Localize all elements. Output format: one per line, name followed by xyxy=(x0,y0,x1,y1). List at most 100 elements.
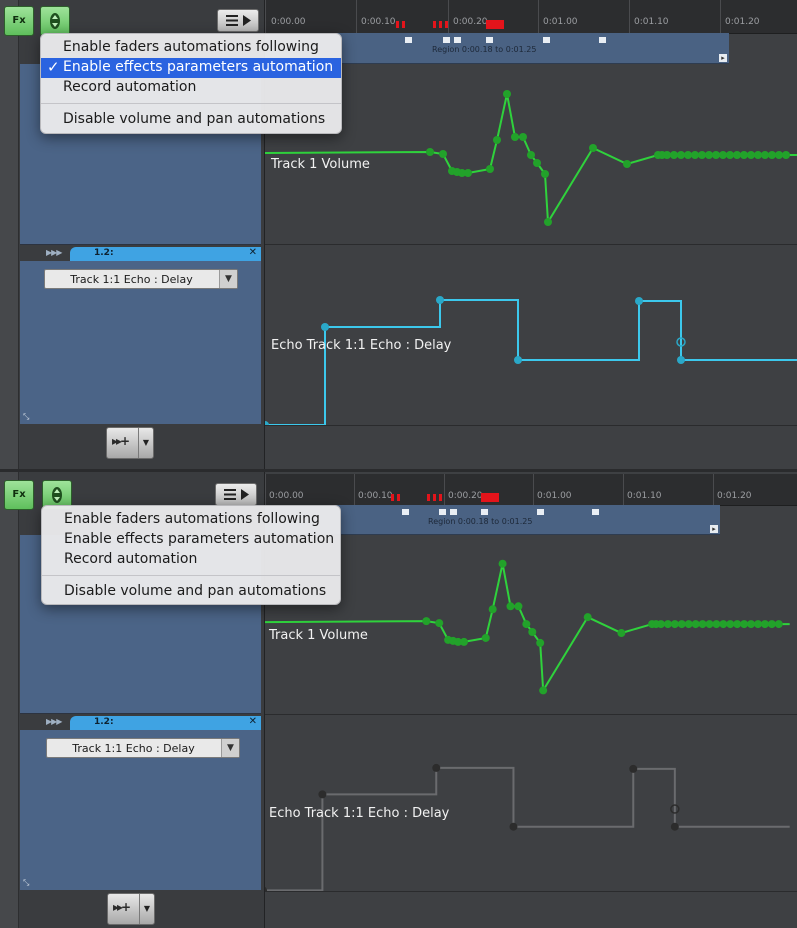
chevron-down-icon[interactable]: ▼ xyxy=(138,428,153,458)
automation-point[interactable] xyxy=(435,619,444,628)
chevron-down-icon[interactable]: ▼ xyxy=(139,894,154,924)
automation-point[interactable] xyxy=(740,151,748,159)
automation-point[interactable] xyxy=(493,136,501,144)
automation-point[interactable] xyxy=(726,151,734,159)
automation-point[interactable] xyxy=(629,764,638,773)
automation-point[interactable] xyxy=(782,151,790,159)
automation-point[interactable] xyxy=(733,151,741,159)
automation-point[interactable] xyxy=(670,151,678,159)
add-automation-button[interactable]: ▸▸+ ▼ xyxy=(106,427,154,459)
collapse-icon[interactable]: ⤡ xyxy=(23,878,29,888)
parameter-select[interactable]: Track 1:1 Echo : Delay ▼ xyxy=(46,738,240,758)
menu-button[interactable] xyxy=(217,9,259,32)
automation-point[interactable] xyxy=(726,620,735,629)
automation-point[interactable] xyxy=(670,620,679,629)
automation-point[interactable] xyxy=(635,297,643,305)
automation-point[interactable] xyxy=(486,165,494,173)
automation-point[interactable] xyxy=(775,151,783,159)
automation-point[interactable] xyxy=(774,620,783,629)
automation-point[interactable] xyxy=(754,620,762,629)
collapse-icon[interactable]: ⤡ xyxy=(23,412,29,422)
automation-point[interactable] xyxy=(522,620,531,629)
chevron-down-icon[interactable]: ▼ xyxy=(221,739,239,757)
automation-button[interactable] xyxy=(40,6,70,36)
region-expand-icon[interactable]: ▸ xyxy=(719,54,727,62)
menu-item-disable-volume-pan[interactable]: Disable volume and pan automations xyxy=(41,110,341,130)
region-expand-icon[interactable]: ▸ xyxy=(710,525,718,533)
automation-point[interactable] xyxy=(265,421,269,425)
automation-point[interactable] xyxy=(705,151,713,159)
menu-item-effects-automation[interactable]: ✓ Enable effects parameters automation xyxy=(41,58,341,78)
automation-point[interactable] xyxy=(506,602,515,611)
automation-point[interactable] xyxy=(533,159,541,167)
echo-envelope-line[interactable] xyxy=(265,299,797,425)
automation-point[interactable] xyxy=(719,620,728,629)
automation-point[interactable] xyxy=(670,822,679,831)
automation-point[interactable] xyxy=(691,620,700,629)
automation-point[interactable] xyxy=(691,151,699,159)
menu-item-faders-following[interactable]: Enable faders automations following xyxy=(41,38,341,58)
fx-button[interactable]: Fx xyxy=(4,480,34,510)
automation-menu[interactable]: Enable faders automations following Enab… xyxy=(41,505,341,605)
menu-button[interactable] xyxy=(215,483,257,506)
automation-point[interactable] xyxy=(422,617,431,626)
automation-point[interactable] xyxy=(498,559,507,568)
time-ruler[interactable]: 0:00.00 0:00.10 0:00.20 0:01.00 0:01.10 … xyxy=(265,474,797,507)
automation-point[interactable] xyxy=(426,148,434,156)
automation-point[interactable] xyxy=(740,620,749,629)
automation-point[interactable] xyxy=(623,160,631,168)
menu-item-disable-volume-pan[interactable]: Disable volume and pan automations xyxy=(42,582,340,602)
automation-point[interactable] xyxy=(544,218,552,226)
automation-point[interactable] xyxy=(511,133,519,141)
automation-point[interactable] xyxy=(318,790,327,799)
automation-point[interactable] xyxy=(514,356,522,364)
automation-point[interactable] xyxy=(684,620,693,629)
menu-item-faders-following[interactable]: Enable faders automations following xyxy=(42,510,340,530)
echo-automation-graph[interactable] xyxy=(265,245,797,425)
volume-automation-graph[interactable] xyxy=(265,64,797,244)
automation-point[interactable] xyxy=(528,628,537,637)
automation-point[interactable] xyxy=(589,144,597,152)
automation-point[interactable] xyxy=(519,133,527,141)
automation-point[interactable] xyxy=(705,620,714,629)
automation-lane-header[interactable]: ▶▶▶ 1.2: ✕ xyxy=(20,247,261,261)
automation-point[interactable] xyxy=(733,620,742,629)
automation-point[interactable] xyxy=(481,633,490,642)
automation-point[interactable] xyxy=(712,620,721,629)
automation-point[interactable] xyxy=(684,151,692,159)
automation-point[interactable] xyxy=(677,620,686,629)
automation-point[interactable] xyxy=(503,90,511,98)
automation-point[interactable] xyxy=(663,151,671,159)
automation-point[interactable] xyxy=(527,151,535,159)
fx-button[interactable]: Fx xyxy=(4,6,34,36)
automation-point[interactable] xyxy=(436,296,444,304)
menu-item-effects-automation[interactable]: Enable effects parameters automation xyxy=(42,530,340,550)
automation-point[interactable] xyxy=(541,170,549,178)
automation-point[interactable] xyxy=(464,169,472,177)
automation-point[interactable] xyxy=(747,620,756,629)
automation-point[interactable] xyxy=(767,620,776,629)
automation-point[interactable] xyxy=(656,620,665,629)
automation-point[interactable] xyxy=(760,620,769,629)
chevron-down-icon[interactable]: ▼ xyxy=(219,270,237,288)
automation-point[interactable] xyxy=(488,605,497,614)
automation-point[interactable] xyxy=(514,602,523,611)
menu-item-record-automation[interactable]: Record automation xyxy=(42,550,340,570)
automation-menu[interactable]: Enable faders automations following ✓ En… xyxy=(40,33,342,134)
parameter-select[interactable]: Track 1:1 Echo : Delay ▼ xyxy=(44,269,238,289)
automation-point[interactable] xyxy=(712,151,720,159)
automation-point[interactable] xyxy=(719,151,727,159)
automation-point[interactable] xyxy=(698,151,706,159)
automation-point[interactable] xyxy=(439,150,447,158)
echo-envelope-line[interactable] xyxy=(265,766,790,891)
automation-point[interactable] xyxy=(509,822,518,831)
automation-point[interactable] xyxy=(432,763,441,772)
automation-point[interactable] xyxy=(698,620,707,629)
automation-point[interactable] xyxy=(663,620,672,629)
automation-point[interactable] xyxy=(321,323,329,331)
automation-point[interactable] xyxy=(536,638,545,647)
automation-point[interactable] xyxy=(768,151,776,159)
add-automation-button[interactable]: ▸▸+ ▼ xyxy=(107,893,155,925)
close-icon[interactable]: ✕ xyxy=(249,247,257,258)
automation-point[interactable] xyxy=(747,151,755,159)
